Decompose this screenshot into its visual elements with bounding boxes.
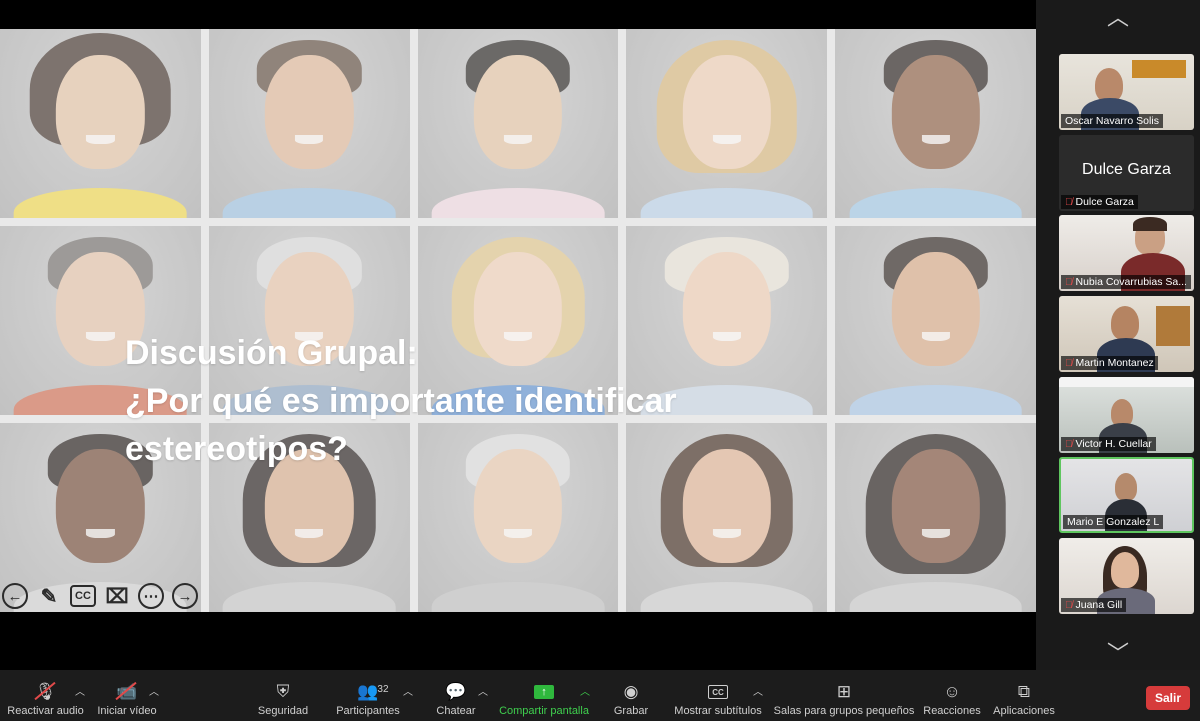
participant-name-label: Mario E Gonzalez L <box>1063 515 1164 529</box>
share-screen-button[interactable]: ↑ Compartir pantalla <box>499 670 589 721</box>
participant-name: Oscar Navarro Solis <box>1065 115 1159 127</box>
slide-fade-overlay <box>0 29 1036 612</box>
audio-options-chevron-icon[interactable]: ︿ <box>75 683 85 698</box>
slide-title-line-3: estereotipos? <box>125 430 348 468</box>
muted-mic-icon: 🎙̸ <box>1065 438 1073 450</box>
chat-button[interactable]: 💬 Chatear <box>435 670 477 721</box>
emoji-icon: ☺ <box>943 682 961 701</box>
pen-icon[interactable]: ✎ <box>36 583 62 609</box>
unmute-audio-label: Reactivar audio <box>7 705 84 717</box>
record-icon: ◉ <box>623 682 639 701</box>
cc-icon: CC <box>708 682 728 702</box>
wall-shelf <box>1156 306 1190 346</box>
participant-name-label: 🎙̸ Dulce Garza <box>1061 195 1138 209</box>
person-head <box>1111 306 1139 340</box>
subtitles-options-chevron-icon[interactable]: ︿ <box>753 683 763 698</box>
participant-name: Mario E Gonzalez L <box>1067 516 1160 528</box>
participant-name: Nubia Covarrubias Sa... <box>1075 276 1187 288</box>
wall-sign <box>1132 60 1186 78</box>
camera-off-icon: 📹 <box>115 681 138 701</box>
start-video-button[interactable]: 📹 Iniciar vídeo <box>97 670 157 721</box>
camera-off-icon[interactable]: ⌧ <box>104 583 130 609</box>
share-screen-icon: ↑ <box>534 682 554 702</box>
shared-slide: Discusión Grupal: ¿Por qué es importante… <box>0 29 1036 612</box>
security-button[interactable]: ⛨ Seguridad <box>257 670 309 721</box>
participant-tile[interactable]: Dulce Garza 🎙̸ Dulce Garza <box>1059 135 1194 211</box>
back-arrow-icon[interactable]: ← <box>2 583 28 609</box>
participant-name-label: 🎙̸ Victor H. Cuellar <box>1061 437 1156 451</box>
show-subtitles-label: Mostrar subtítulos <box>674 705 762 717</box>
participant-tile[interactable]: 🎙̸ Juana Gill <box>1059 538 1194 614</box>
participant-name: Dulce Garza <box>1075 196 1134 208</box>
share-screen-label: Compartir pantalla <box>499 705 589 717</box>
cc-icon[interactable]: CC <box>70 585 96 607</box>
person-head <box>1095 68 1123 102</box>
participant-tile[interactable]: 🎙̸ Victor H. Cuellar <box>1059 377 1194 453</box>
gallery-scroll-up-icon[interactable]: ︿ <box>1036 0 1200 32</box>
shield-icon: ⛨ <box>276 682 290 701</box>
chat-options-chevron-icon[interactable]: ︿ <box>478 683 488 698</box>
breakout-rooms-icon: ⊞ <box>836 682 852 701</box>
participant-tile[interactable]: 🎙̸ Martin Montanez <box>1059 296 1194 372</box>
participant-name: Martin Montanez <box>1075 357 1154 369</box>
slide-title-line-2: ¿Por qué es importante identificar <box>125 382 677 420</box>
participant-big-name: Dulce Garza <box>1082 161 1171 178</box>
meeting-toolbar: 🎙 Reactivar audio ︿ 📹 Iniciar vídeo ︿ ⛨ … <box>0 670 1200 721</box>
security-label: Seguridad <box>257 705 309 717</box>
leave-meeting-button[interactable]: Salir <box>1146 686 1190 710</box>
show-subtitles-button[interactable]: CC Mostrar subtítulos <box>673 670 763 721</box>
reactions-label: Reacciones <box>923 705 981 717</box>
breakout-rooms-label: Salas para grupos pequeños <box>773 705 915 717</box>
participants-label: Participantes <box>336 705 400 717</box>
person-hair <box>1133 217 1167 231</box>
share-options-chevron-icon[interactable]: ︿ <box>580 683 590 698</box>
start-video-label: Iniciar vídeo <box>97 705 157 717</box>
participants-button[interactable]: 👥 32 Participantes <box>335 670 401 721</box>
chat-icon: 💬 <box>445 682 467 701</box>
microphone-muted-icon: 🎙 <box>34 681 56 702</box>
muted-mic-icon: 🎙̸ <box>1065 357 1073 369</box>
people-icon: 👥 32 <box>357 682 389 701</box>
participant-name-label: Oscar Navarro Solis <box>1061 114 1163 128</box>
participants-options-chevron-icon[interactable]: ︿ <box>403 683 413 698</box>
shared-screen-area: Discusión Grupal: ¿Por qué es importante… <box>0 0 1036 670</box>
ceiling-lights <box>1059 377 1194 387</box>
participant-tile[interactable]: Oscar Navarro Solis <box>1059 54 1194 130</box>
muted-mic-icon: 🎙̸ <box>1065 599 1073 611</box>
apps-icon: ⧉ <box>1017 682 1031 701</box>
reactions-button[interactable]: ☺ Reacciones <box>923 670 981 721</box>
cc-icon-text: CC <box>708 685 728 699</box>
more-icon[interactable]: ⋯ <box>138 583 164 609</box>
slide-title: Discusión Grupal: ¿Por qué es importante… <box>125 329 825 473</box>
video-options-chevron-icon[interactable]: ︿ <box>149 683 159 698</box>
breakout-rooms-button[interactable]: ⊞ Salas para grupos pequeños <box>773 670 915 721</box>
presenter-annotation-bar: ← ✎ CC ⌧ ⋯ → <box>2 583 198 609</box>
record-button[interactable]: ◉ Grabar <box>612 670 650 721</box>
participant-name: Juana Gill <box>1075 599 1123 611</box>
forward-arrow-icon[interactable]: → <box>172 583 198 609</box>
chat-label: Chatear <box>436 705 476 717</box>
slide-title-line-1: Discusión Grupal: <box>125 334 418 372</box>
unmute-audio-button[interactable]: 🎙 Reactivar audio <box>7 670 84 721</box>
record-label: Grabar <box>613 705 649 717</box>
participant-tile[interactable]: 🎙̸ Nubia Covarrubias Sa... <box>1059 215 1194 291</box>
participant-name-label: 🎙̸ Juana Gill <box>1061 598 1127 612</box>
muted-mic-icon: 🎙̸ <box>1065 276 1073 288</box>
participant-name: Victor H. Cuellar <box>1075 438 1152 450</box>
muted-mic-icon: 🎙̸ <box>1065 196 1073 208</box>
person-head <box>1115 473 1137 501</box>
person-head <box>1111 552 1139 588</box>
gallery-scroll-down-icon[interactable]: ﹀ <box>1036 636 1200 668</box>
participant-name-label: 🎙̸ Martin Montanez <box>1061 356 1158 370</box>
apps-button[interactable]: ⧉ Aplicaciones <box>992 670 1056 721</box>
participant-tile-active-speaker[interactable]: Mario E Gonzalez L <box>1059 457 1194 533</box>
participant-count: 32 <box>377 684 389 695</box>
participant-name-label: 🎙̸ Nubia Covarrubias Sa... <box>1061 275 1191 289</box>
apps-label: Aplicaciones <box>993 705 1055 717</box>
